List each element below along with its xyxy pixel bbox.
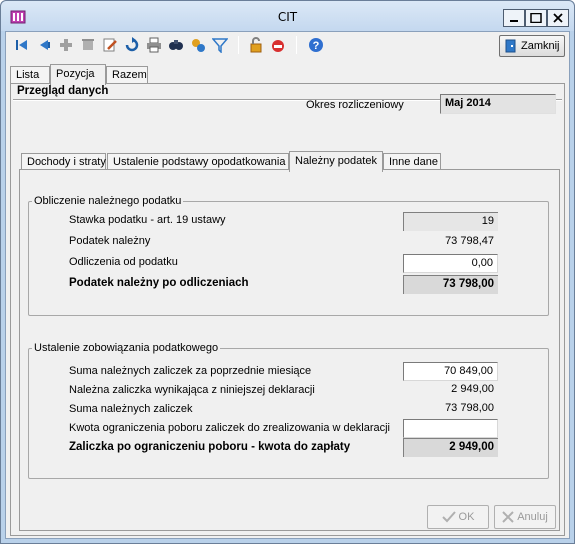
delete-icon[interactable] xyxy=(80,37,96,53)
zaliczka-do-zaplaty-value: 2 949,00 xyxy=(403,438,498,457)
podatek-nalezny-label: Podatek należny xyxy=(69,235,151,247)
zobowiazanie-title: Ustalenie zobowiązania podatkowego xyxy=(32,342,221,354)
add-icon[interactable] xyxy=(58,37,74,53)
first-record-icon[interactable] xyxy=(14,37,30,53)
cancel-x-icon xyxy=(502,511,514,523)
obliczenie-groupbox: Obliczenie należnego podatku Stawka poda… xyxy=(28,195,549,316)
client-area: ? Zamknij Lista Pozycja Razem Przegląd d… xyxy=(5,31,570,539)
zaliczka-do-zaplaty-label: Zaliczka po ograniczeniu poboru - kwota … xyxy=(69,441,351,453)
window-title: CIT xyxy=(277,10,298,24)
nalezny-podatek-panel: Obliczenie należnego podatku Stawka poda… xyxy=(19,169,560,531)
refresh-icon[interactable] xyxy=(124,37,140,53)
checkmark-icon xyxy=(441,511,456,523)
suma-poprzednie-label: Suma należnych zaliczek za poprzednie mi… xyxy=(69,365,312,377)
title-bar: CIT xyxy=(1,1,574,31)
edit-icon[interactable] xyxy=(102,37,118,53)
lock-icon[interactable] xyxy=(248,37,264,53)
pozycja-panel: Przegląd danych Okres rozliczeniowy Maj … xyxy=(10,83,565,536)
filter-icon[interactable] xyxy=(212,37,228,53)
print-icon[interactable] xyxy=(146,37,162,53)
unlock-icon[interactable] xyxy=(270,37,286,53)
zamknij-button[interactable]: Zamknij xyxy=(499,35,565,57)
okres-label: Okres rozliczeniowy xyxy=(306,99,404,111)
ok-button[interactable]: OK xyxy=(427,505,489,529)
cit-window: CIT ? Zamknij Lista Pozycja Razem Przegl… xyxy=(0,0,575,544)
tab-nalezny-podatek[interactable]: Należny podatek xyxy=(289,151,383,172)
tab-razem[interactable]: Razem xyxy=(106,66,148,84)
stawka-value: 19 xyxy=(403,212,498,231)
exit-door-icon xyxy=(505,39,516,53)
tab-lista[interactable]: Lista xyxy=(10,66,50,84)
svg-text:?: ? xyxy=(313,40,320,52)
nalezna-zaliczka-value: 2 949,00 xyxy=(451,383,494,395)
panel-title: Przegląd danych xyxy=(17,85,109,97)
previous-record-icon[interactable] xyxy=(36,37,52,53)
kwota-ograniczenia-label: Kwota ograniczenia poboru zaliczek do zr… xyxy=(69,422,391,434)
podatek-nalezny-value: 73 798,47 xyxy=(445,235,494,247)
odliczenia-label: Odliczenia od podatku xyxy=(69,256,178,268)
suma-poprzednie-input[interactable]: 70 849,00 xyxy=(403,362,498,381)
odliczenia-input[interactable]: 0,00 xyxy=(403,254,498,273)
maximize-icon xyxy=(530,13,542,23)
zamknij-label: Zamknij xyxy=(521,40,560,52)
ok-label: OK xyxy=(458,511,475,523)
stawka-label: Stawka podatku - art. 19 ustawy xyxy=(69,214,226,226)
close-icon xyxy=(553,13,563,23)
tab-pozycja[interactable]: Pozycja xyxy=(50,64,106,85)
podatek-po-odliczeniach-value: 73 798,00 xyxy=(403,275,498,294)
help-icon[interactable]: ? xyxy=(308,37,324,53)
nalezna-zaliczka-label: Należna zaliczka wynikająca z niniejszej… xyxy=(69,384,315,396)
zobowiazanie-groupbox: Ustalenie zobowiązania podatkowego Suma … xyxy=(28,342,549,479)
minimize-button[interactable] xyxy=(503,9,525,27)
obliczenie-title: Obliczenie należnego podatku xyxy=(32,195,184,207)
kwota-ograniczenia-input[interactable] xyxy=(403,419,498,438)
maximize-button[interactable] xyxy=(525,9,547,27)
okres-value: Maj 2014 xyxy=(440,94,556,114)
anuluj-button[interactable]: Anuluj xyxy=(494,505,556,529)
tools-icon[interactable] xyxy=(190,37,206,53)
toolbar: ? Zamknij xyxy=(6,32,569,60)
suma-zaliczek-label: Suma należnych zaliczek xyxy=(69,403,193,415)
search-icon[interactable] xyxy=(168,37,184,53)
podatek-po-odliczeniach-label: Podatek należny po odliczeniach xyxy=(69,277,249,289)
suma-zaliczek-value: 73 798,00 xyxy=(445,402,494,414)
anuluj-label: Anuluj xyxy=(517,511,548,523)
close-window-button[interactable] xyxy=(547,9,569,27)
minimize-icon xyxy=(510,20,518,22)
